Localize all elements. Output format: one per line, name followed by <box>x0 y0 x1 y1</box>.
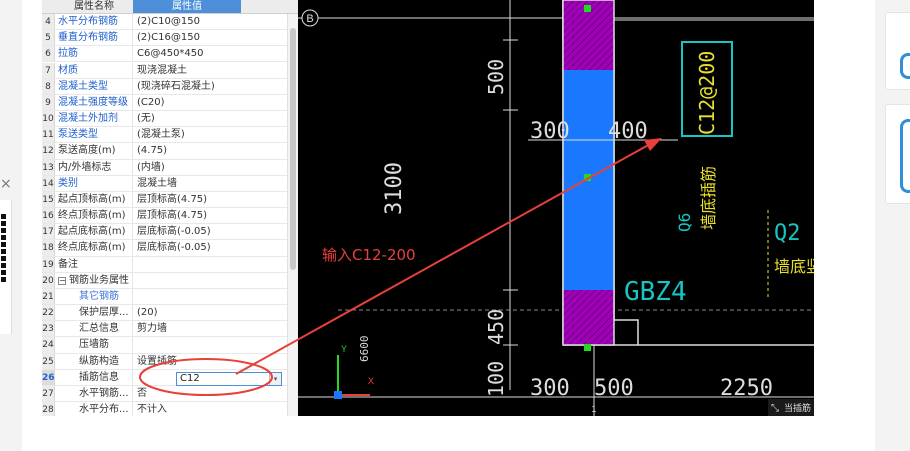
callout-text: 输入C12-200 <box>322 246 416 264</box>
screenshot-image: 属性名称 属性值 4 水平分布钢筋 (2)C10@150 5 垂直分布钢筋 (2)C16@… <box>22 0 875 451</box>
annotation-overlay <box>139 138 662 396</box>
side-card-top[interactable] <box>885 12 910 90</box>
left-gutter: × <box>0 0 22 451</box>
grip-icon <box>1 214 6 284</box>
bracket-icon <box>900 119 910 193</box>
side-tab[interactable] <box>0 200 12 334</box>
annotation-arrow <box>235 142 653 375</box>
side-card-bottom[interactable] <box>885 104 910 204</box>
bracket-icon <box>900 53 910 79</box>
arrow-head-icon <box>644 138 662 151</box>
close-icon[interactable]: × <box>0 176 12 192</box>
